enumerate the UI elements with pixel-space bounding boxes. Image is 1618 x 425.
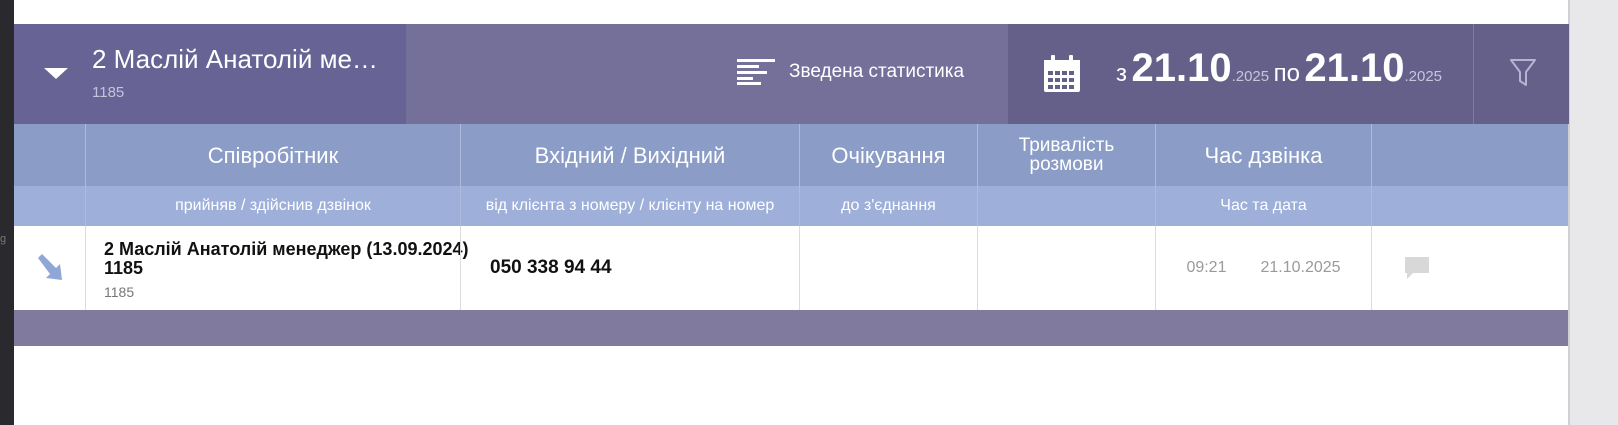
column-title: Співробітник: [207, 142, 339, 168]
row-direction-cell: [14, 226, 85, 310]
filter-button[interactable]: [1473, 24, 1569, 124]
left-edge-fragment: g: [0, 233, 7, 245]
header-cell-actions: [1371, 124, 1568, 186]
user-name: 2 Маслій Анатолій ме…: [92, 44, 378, 74]
date-range-picker[interactable]: з 21.10.2025 по 21.10.2025: [1008, 24, 1473, 124]
column-title: Час дзвінка: [1204, 142, 1323, 168]
right-scroll-area[interactable]: [1570, 0, 1618, 425]
subheader-cell-actions: [1371, 186, 1568, 226]
employee-info: 2 Маслій Анатолій менеджер (13.09.2024) …: [104, 239, 484, 301]
row-call-time-cell: 09:21 21.10.2025: [1155, 226, 1371, 310]
date-to-prefix: по: [1273, 60, 1300, 87]
summary-stats-link[interactable]: Зведена статистика: [737, 54, 964, 90]
header-cell-call-time[interactable]: Час дзвінка: [1155, 124, 1371, 186]
filter-icon: [1510, 59, 1536, 86]
row-duration-cell: [977, 226, 1155, 310]
date-from: 21.10: [1131, 46, 1232, 90]
incoming-arrow-icon: [37, 254, 62, 280]
table-footer-bar: [14, 310, 1568, 346]
date-range-text: з 21.10.2025 по 21.10.2025: [1116, 46, 1442, 91]
call-time: 09:21: [1186, 259, 1227, 276]
column-subtitle: прийняв / здійснив дзвінок: [175, 197, 371, 214]
column-title: Очікування: [831, 142, 946, 168]
row-wait-cell: [799, 226, 977, 310]
header-cell-employee[interactable]: Співробітник: [85, 124, 460, 186]
subheader-cell-duration: [977, 186, 1155, 226]
date-to: 21.10: [1304, 46, 1405, 90]
date-to-year: .2025: [1404, 68, 1443, 85]
header-cell-direction-number[interactable]: Вхідний / Вихідний: [460, 124, 799, 186]
header-cell-wait[interactable]: Очікування: [799, 124, 977, 186]
date-from-prefix: з: [1116, 60, 1128, 87]
user-selector[interactable]: 2 Маслій Анатолій ме… 1185: [14, 24, 406, 124]
call-date: 21.10.2025: [1260, 259, 1341, 276]
table-header: Співробітник Вхідний / Вихідний Очікуван…: [14, 124, 1568, 186]
employee-name: 2 Маслій Анатолій менеджер (13.09.2024) …: [104, 239, 469, 278]
table-subheader: прийняв / здійснив дзвінок від клієнта з…: [14, 186, 1568, 226]
calendar-icon: [1044, 55, 1080, 92]
user-id: 1185: [92, 84, 125, 101]
summary-stats-label: Зведена статистика: [789, 61, 965, 82]
header-cell-direction: [14, 124, 85, 186]
comment-icon[interactable]: [1403, 255, 1431, 281]
subheader-cell-call-time: Час та дата: [1155, 186, 1371, 226]
phone-number[interactable]: 050 338 94 44: [490, 226, 612, 310]
employee-id: 1185: [104, 284, 135, 300]
header-cell-duration[interactable]: Тривалість розмови: [977, 124, 1155, 186]
subheader-cell-wait: до з'єднання: [799, 186, 977, 226]
table-row[interactable]: 2 Маслій Анатолій менеджер (13.09.2024) …: [14, 226, 1568, 311]
subheader-cell-employee: прийняв / здійснив дзвінок: [85, 186, 460, 226]
top-spacer: [14, 0, 1568, 24]
report-header: 2 Маслій Анатолій ме… 1185 Зведена стати…: [14, 24, 1569, 124]
column-subtitle: від клієнта з номеру / клієнту на номер: [485, 197, 775, 214]
subheader-cell-direction-number: від клієнта з номеру / клієнту на номер: [460, 186, 799, 226]
subheader-cell-direction: [14, 186, 85, 226]
column-title: Вхідний / Вихідний: [534, 142, 726, 168]
left-edge-panel: [0, 0, 14, 425]
column-subtitle: Час та дата: [1220, 197, 1307, 214]
date-from-year: .2025: [1231, 68, 1270, 85]
bar-chart-icon: [737, 59, 775, 85]
row-comment-cell[interactable]: [1371, 226, 1461, 310]
caret-down-icon[interactable]: [44, 68, 68, 79]
column-subtitle: до з'єднання: [841, 197, 936, 214]
column-title: Тривалість розмови: [1018, 135, 1115, 175]
